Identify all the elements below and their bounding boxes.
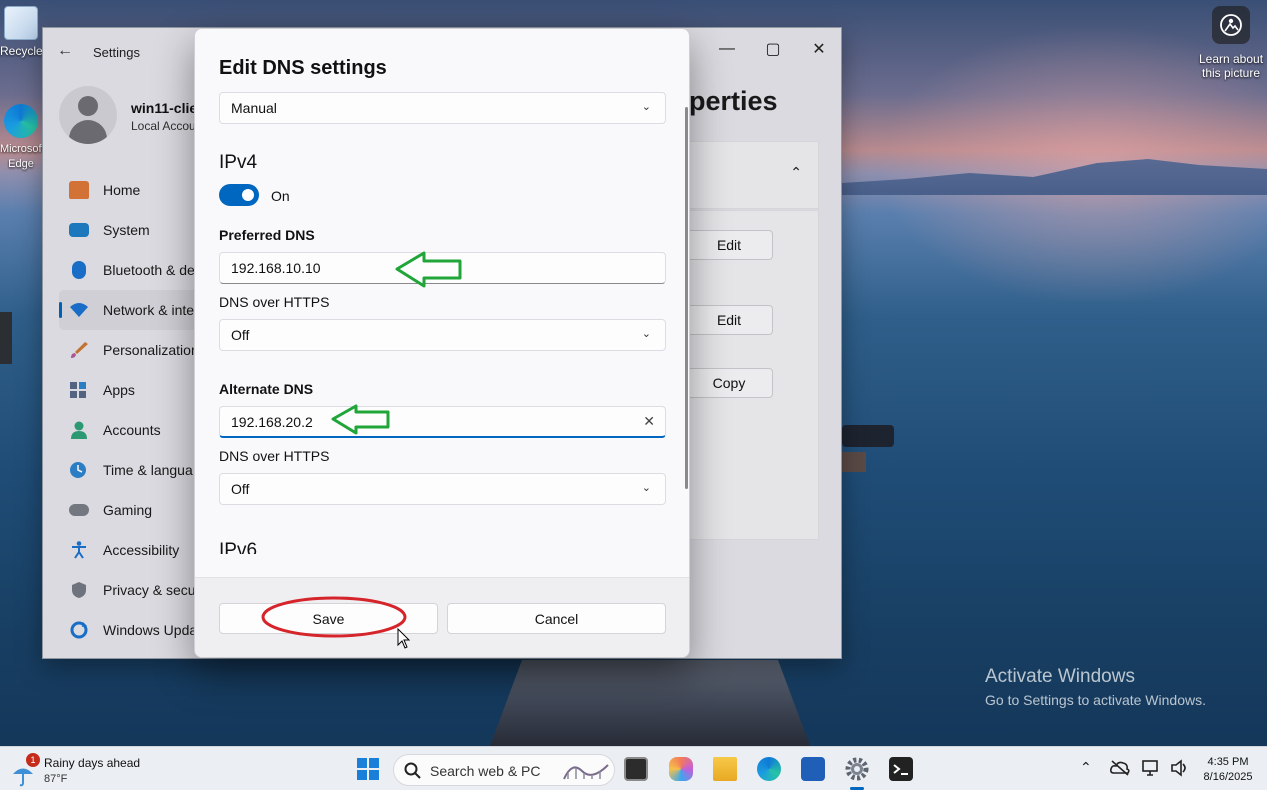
doh-value: Off <box>231 481 250 497</box>
alternate-dns-value: 192.168.20.2 <box>231 413 313 430</box>
chevron-up-icon[interactable]: ⌃ <box>1080 759 1092 776</box>
chevron-down-icon: ⌄ <box>641 328 651 340</box>
preferred-dns-input[interactable]: 192.168.10.10 <box>219 252 666 284</box>
dialog-scrollbar[interactable] <box>685 107 688 489</box>
copilot-icon[interactable] <box>669 757 693 781</box>
clear-icon[interactable]: ✕ <box>643 413 655 430</box>
learn-about-picture[interactable]: Learn about this picture <box>1196 6 1266 80</box>
desktop-icon-label: Microsoft Edge <box>0 143 45 170</box>
search-icon <box>404 762 421 779</box>
start-button[interactable] <box>356 757 380 781</box>
edge-icon <box>4 104 38 138</box>
preferred-dns-value: 192.168.10.10 <box>231 260 321 276</box>
ipv4-toggle-label: On <box>271 188 290 204</box>
volume-icon[interactable] <box>1170 759 1190 777</box>
activate-title: Activate Windows <box>985 666 1135 687</box>
chevron-down-icon: ⌄ <box>641 482 651 494</box>
desktop-icon-edge[interactable]: Microsoft Edge <box>0 104 45 172</box>
wallpaper-rock <box>842 452 866 472</box>
save-button[interactable]: Save <box>219 603 438 634</box>
doh-label: DNS over HTTPS <box>219 294 330 310</box>
weather-temp: 87°F <box>44 773 68 785</box>
dialog-title: Edit DNS settings <box>219 57 387 79</box>
ipv4-heading: IPv4 <box>219 152 258 173</box>
taskbar-search[interactable]: Search web & PC <box>393 754 615 786</box>
notification-badge: 1 <box>26 753 40 767</box>
dns-mode-select[interactable]: Manual ⌄ <box>219 92 666 124</box>
alternate-dns-label: Alternate DNS <box>219 381 314 397</box>
terminal-icon[interactable] <box>889 757 913 781</box>
side-panel-handle[interactable] <box>0 312 12 364</box>
cancel-button[interactable]: Cancel <box>447 603 666 634</box>
activation-watermark: Activate Windows Go to Settings to activ… <box>985 666 1206 708</box>
desktop-icon-recycle-bin[interactable]: Recycle <box>0 6 43 58</box>
windows-logo-icon <box>357 758 379 780</box>
dns-mode-value: Manual <box>231 100 277 116</box>
weather-label: Rainy days ahead <box>44 756 141 770</box>
chevron-down-icon: ⌄ <box>641 101 651 113</box>
doh-select-alternate[interactable]: Off ⌄ <box>219 473 666 505</box>
taskbar-clock[interactable]: 4:35 PM 8/16/2025 <box>1196 755 1260 785</box>
rollercoaster-icon <box>563 764 609 780</box>
network-icon[interactable] <box>1141 759 1161 777</box>
taskbar: 1 Rainy days ahead 87°F Search web & PC … <box>0 746 1267 790</box>
store-icon[interactable] <box>801 757 825 781</box>
search-placeholder: Search web & PC <box>430 763 541 779</box>
desktop-icon-label: Recycle <box>0 44 43 58</box>
edge-icon[interactable] <box>757 757 781 781</box>
task-view-icon[interactable] <box>624 757 648 781</box>
wallpaper-rock <box>842 425 894 447</box>
edit-dns-dialog: Edit DNS settings Manual ⌄ IPv4 On Prefe… <box>194 28 690 658</box>
wallpaper-pier <box>490 660 810 746</box>
file-explorer-icon[interactable] <box>713 757 737 781</box>
settings-gear-icon[interactable] <box>845 757 869 781</box>
ipv4-toggle[interactable] <box>219 184 259 206</box>
clock-time: 4:35 PM <box>1207 756 1249 768</box>
doh-select-preferred[interactable]: Off ⌄ <box>219 319 666 351</box>
cloud-offline-icon[interactable] <box>1110 759 1130 777</box>
ipv6-heading: IPv6 <box>219 540 258 554</box>
preferred-dns-label: Preferred DNS <box>219 227 315 243</box>
learn-about-label: Learn about this picture <box>1198 52 1264 80</box>
activate-subtitle: Go to Settings to activate Windows. <box>985 692 1206 708</box>
clock-date: 8/16/2025 <box>1203 771 1253 783</box>
doh-value: Off <box>231 327 250 343</box>
recycle-bin-icon <box>4 6 38 40</box>
doh-label: DNS over HTTPS <box>219 448 330 464</box>
camera-icon <box>1212 6 1250 44</box>
alternate-dns-input[interactable]: 192.168.20.2 ✕ <box>219 406 666 438</box>
